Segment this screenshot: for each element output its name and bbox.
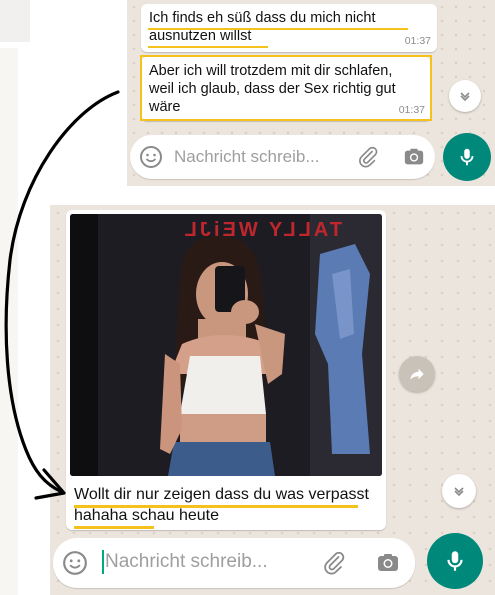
annotation-arrow	[4, 90, 120, 500]
